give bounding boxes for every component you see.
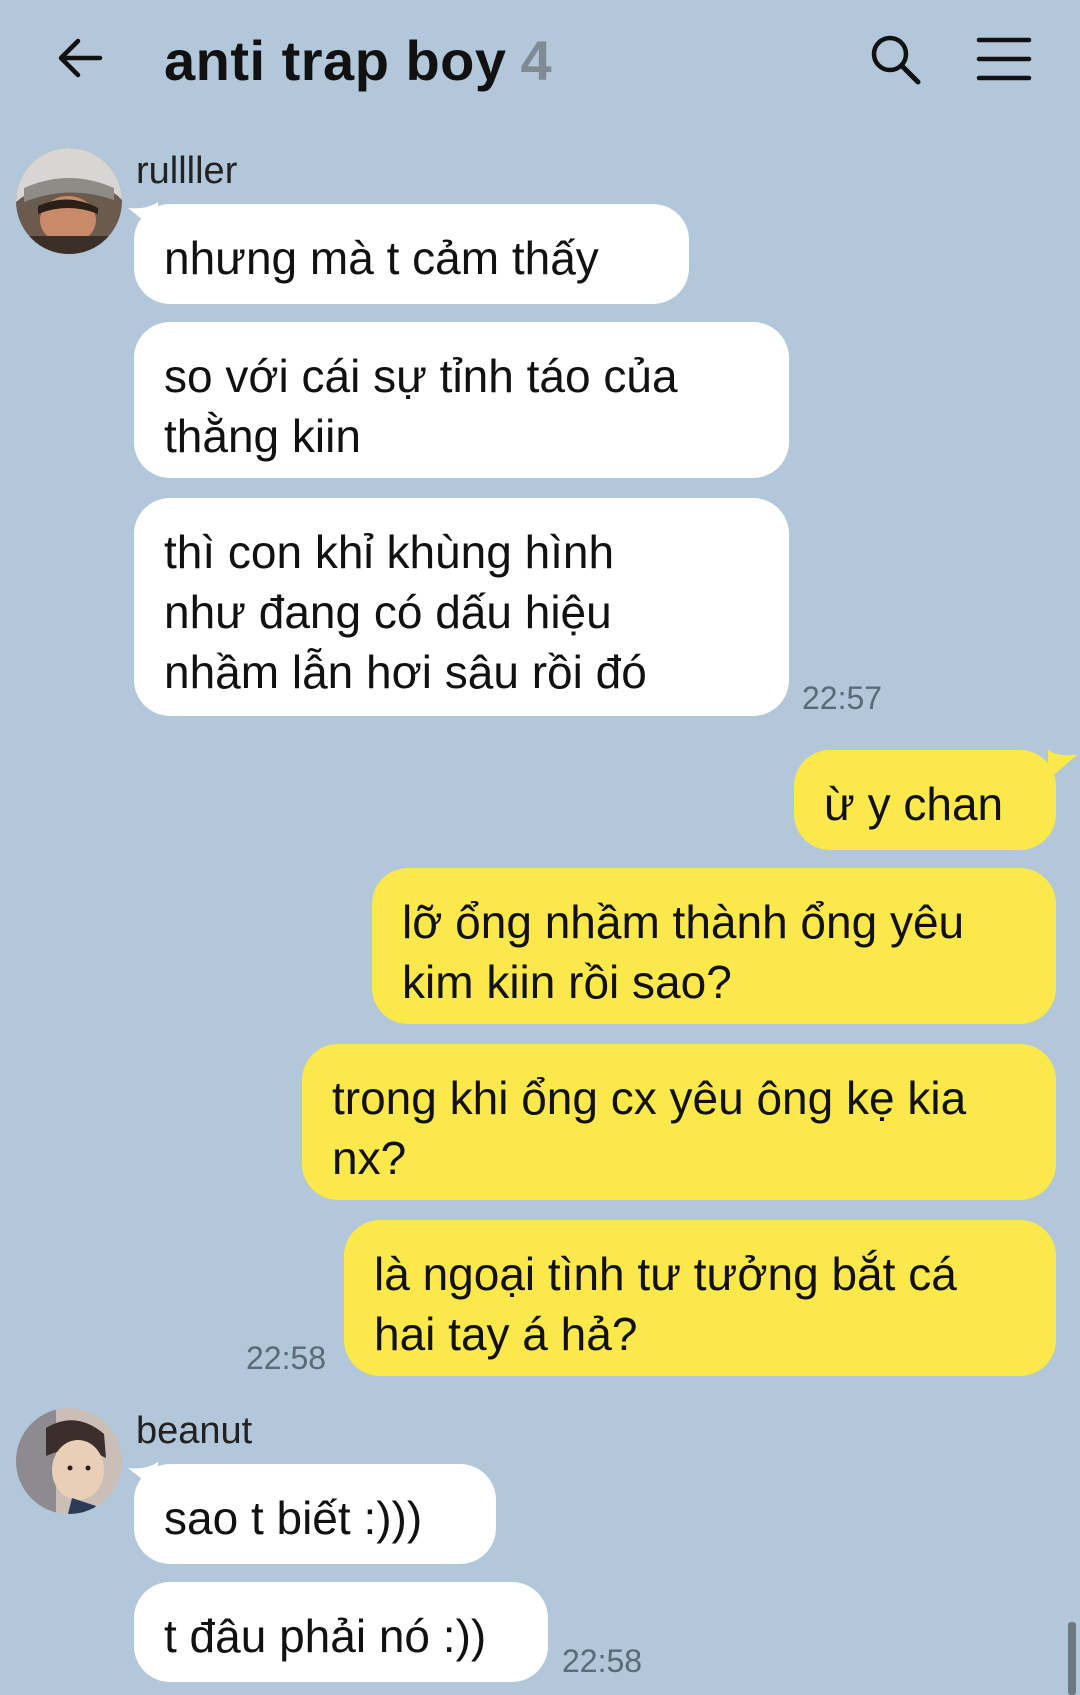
message-bubble-outgoing[interactable]: ừ y chan xyxy=(794,750,1056,850)
chat-screen: anti trap boy 4 rullller nhưng mà t cảm t… xyxy=(0,0,1080,1695)
member-count: 4 xyxy=(520,29,553,92)
message-bubble-outgoing[interactable]: lỡ ổng nhầm thành ổng yêu kim kiin rồi s… xyxy=(372,868,1056,1024)
message-text: nhầm lẫn hơi sâu rồi đó xyxy=(164,646,647,698)
message-bubble-incoming[interactable]: sao t biết :))) xyxy=(134,1464,496,1564)
message-text: thằng kiin xyxy=(164,410,361,462)
search-icon[interactable] xyxy=(866,30,924,88)
sender-name: rullller xyxy=(136,150,238,192)
message-text: t đâu phải nó :)) xyxy=(164,1610,487,1662)
message-bubble-incoming[interactable]: so với cái sự tỉnh táo của thằng kiin xyxy=(134,322,789,478)
hamburger-menu-icon[interactable] xyxy=(974,30,1034,88)
message-bubble-outgoing[interactable]: là ngoại tình tư tưởng bắt cá hai tay á … xyxy=(344,1220,1056,1376)
message-text: lỡ ổng nhầm thành ổng yêu xyxy=(402,896,965,948)
message-text: như đang có dấu hiệu xyxy=(164,586,612,638)
message-timestamp: 22:58 xyxy=(562,1643,643,1679)
avatar-beanut-image xyxy=(16,1408,122,1514)
scrollbar[interactable] xyxy=(1068,1622,1076,1695)
avatar-rullller-image xyxy=(16,148,122,254)
chat-title: anti trap boy 4 xyxy=(164,28,552,93)
message-timestamp: 22:58 xyxy=(246,1340,327,1376)
arrow-left-icon[interactable] xyxy=(52,30,108,86)
avatar-beanut[interactable] xyxy=(16,1408,122,1514)
message-bubble-outgoing[interactable]: trong khi ổng cx yêu ông kẹ kia nx? xyxy=(302,1044,1056,1200)
message-text: thì con khỉ khùng hình xyxy=(164,526,615,578)
message-text: kim kiin rồi sao? xyxy=(402,956,732,1008)
message-bubble-incoming[interactable]: thì con khỉ khùng hình như đang có dấu h… xyxy=(134,498,789,716)
message-text: so với cái sự tỉnh táo của xyxy=(164,350,678,402)
message-text: ừ y chan xyxy=(824,778,1004,830)
message-bubble-incoming[interactable]: nhưng mà t cảm thấy xyxy=(134,204,689,304)
message-timestamp: 22:57 xyxy=(802,680,883,716)
message-text: nx? xyxy=(332,1132,407,1184)
message-text: trong khi ổng cx yêu ông kẹ kia xyxy=(332,1072,967,1124)
message-text: nhưng mà t cảm thấy xyxy=(164,232,599,284)
chat-header: anti trap boy 4 xyxy=(0,0,1080,125)
message-text: là ngoại tình tư tưởng bắt cá xyxy=(374,1248,957,1300)
message-text: hai tay á hả? xyxy=(374,1308,638,1360)
message-bubble-incoming[interactable]: t đâu phải nó :)) xyxy=(134,1582,548,1682)
chat-title-text: anti trap boy xyxy=(164,29,507,92)
sender-name: beanut xyxy=(136,1410,253,1452)
message-text: sao t biết :))) xyxy=(164,1492,423,1544)
avatar-rullller[interactable] xyxy=(16,148,122,254)
